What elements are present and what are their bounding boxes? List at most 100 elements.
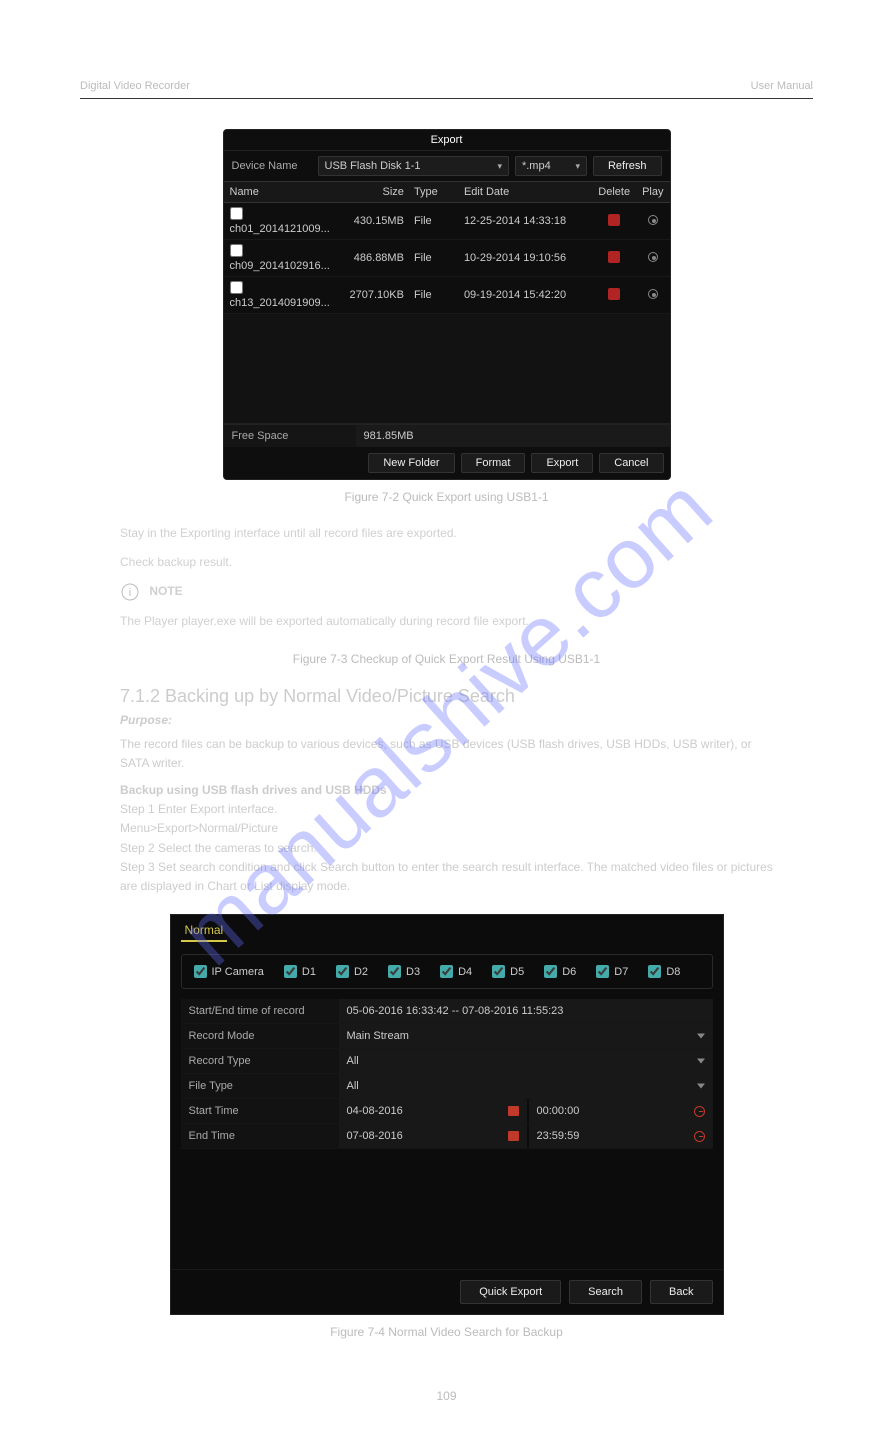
cam-d5[interactable]: D5 <box>492 965 524 978</box>
cam-d4[interactable]: D4 <box>440 965 472 978</box>
figure-caption-1: Figure 7-2 Quick Export using USB1-1 <box>80 490 813 504</box>
step-3: Step 3 Set search condition and click Se… <box>120 858 773 896</box>
trash-icon[interactable] <box>608 288 620 300</box>
checkbox[interactable] <box>388 965 401 978</box>
purpose-label: Purpose: <box>120 713 172 727</box>
normal-body-spacer <box>171 1149 723 1269</box>
col-name: Name <box>224 182 344 203</box>
table-row[interactable]: ch01_2014121009... 430.15MB File 12-25-2… <box>224 203 670 240</box>
checkbox[interactable] <box>648 965 661 978</box>
cam-d1[interactable]: D1 <box>284 965 316 978</box>
extension-select-value: *.mp4 <box>522 160 551 172</box>
ip-camera-checkbox[interactable]: IP Camera <box>194 965 264 978</box>
file-size: 430.15MB <box>344 203 408 240</box>
extension-select[interactable]: *.mp4 ▾ <box>515 156 587 176</box>
file-type: File <box>408 240 458 277</box>
figure-caption-2: Figure 7-3 Checkup of Quick Export Resul… <box>80 652 813 666</box>
start-end-value: 05-06-2016 16:33:42 -- 07-08-2016 11:55:… <box>339 999 713 1023</box>
text-line-2: Check backup result. <box>120 553 773 572</box>
calendar-icon[interactable] <box>508 1106 519 1116</box>
clock-icon[interactable] <box>694 1106 705 1117</box>
checkbox[interactable] <box>194 965 207 978</box>
file-name: ch01_2014121009... <box>230 223 330 235</box>
file-edit: 12-25-2014 14:33:18 <box>458 203 592 240</box>
file-size: 2707.10KB <box>344 277 408 314</box>
record-mode-select[interactable]: Main Stream <box>339 1024 713 1048</box>
cam-d6[interactable]: D6 <box>544 965 576 978</box>
note-title: NOTE <box>149 585 182 599</box>
table-row[interactable]: ch09_2014102916... 486.88MB File 10-29-2… <box>224 240 670 277</box>
chevron-down-icon: ▾ <box>575 161 580 172</box>
checkbox[interactable] <box>492 965 505 978</box>
quick-export-button[interactable]: Quick Export <box>460 1280 561 1304</box>
start-date-input[interactable]: 04-08-2016 <box>339 1099 527 1123</box>
section-heading: 7.1.2 Backing up by Normal Video/Picture… <box>120 686 773 707</box>
trash-icon[interactable] <box>608 251 620 263</box>
checkbox[interactable] <box>440 965 453 978</box>
file-type-label: File Type <box>181 1074 339 1098</box>
clock-icon[interactable] <box>694 1131 705 1142</box>
export-window: Export Device Name USB Flash Disk 1-1 ▾ … <box>223 129 671 480</box>
col-type: Type <box>408 182 458 203</box>
file-list-empty-area <box>224 314 670 424</box>
checkbox[interactable] <box>596 965 609 978</box>
play-icon[interactable] <box>648 252 658 262</box>
ip-camera-label: IP Camera <box>212 966 264 978</box>
cam-d2[interactable]: D2 <box>336 965 368 978</box>
play-icon[interactable] <box>648 215 658 225</box>
file-name: ch09_2014102916... <box>230 260 330 272</box>
row-checkbox[interactable] <box>230 244 243 257</box>
checkbox[interactable] <box>544 965 557 978</box>
checkbox[interactable] <box>336 965 349 978</box>
back-button[interactable]: Back <box>650 1280 712 1304</box>
row-checkbox[interactable] <box>230 281 243 294</box>
purpose-text: The record files can be backup to variou… <box>120 735 773 773</box>
new-folder-button[interactable]: New Folder <box>368 453 454 473</box>
end-time-label: End Time <box>181 1124 339 1148</box>
cam-d3[interactable]: D3 <box>388 965 420 978</box>
step-1b: Menu>Export>Normal/Picture <box>120 819 773 838</box>
text-line-1: Stay in the Exporting interface until al… <box>120 524 773 543</box>
free-space-label: Free Space <box>224 425 356 447</box>
device-select-value: USB Flash Disk 1-1 <box>325 160 421 172</box>
cam-d8[interactable]: D8 <box>648 965 680 978</box>
checkbox[interactable] <box>284 965 297 978</box>
end-date-input[interactable]: 07-08-2016 <box>339 1124 527 1148</box>
col-delete: Delete <box>592 182 636 203</box>
device-select[interactable]: USB Flash Disk 1-1 ▾ <box>318 156 509 176</box>
col-edit: Edit Date <box>458 182 592 203</box>
format-button[interactable]: Format <box>461 453 526 473</box>
record-mode-label: Record Mode <box>181 1024 339 1048</box>
search-button[interactable]: Search <box>569 1280 642 1304</box>
chevron-down-icon: ▾ <box>497 161 502 172</box>
free-space-value: 981.85MB <box>356 425 670 447</box>
calendar-icon[interactable] <box>508 1131 519 1141</box>
table-row[interactable]: ch13_2014091909... 2707.10KB File 09-19-… <box>224 277 670 314</box>
doc-header-manual: User Manual <box>751 80 813 92</box>
row-checkbox[interactable] <box>230 207 243 220</box>
backup-heading: Backup using USB flash drives and USB HD… <box>120 781 773 800</box>
refresh-button[interactable]: Refresh <box>593 156 662 176</box>
trash-icon[interactable] <box>608 214 620 226</box>
cancel-button[interactable]: Cancel <box>599 453 663 473</box>
file-type-select[interactable]: All <box>339 1074 713 1098</box>
end-time-input[interactable]: 23:59:59 <box>529 1124 713 1148</box>
col-play: Play <box>636 182 669 203</box>
file-type: File <box>408 277 458 314</box>
export-button[interactable]: Export <box>531 453 593 473</box>
doc-header-model: Digital Video Recorder <box>80 80 190 92</box>
col-size: Size <box>344 182 408 203</box>
start-time-input[interactable]: 00:00:00 <box>529 1099 713 1123</box>
note-body: The Player player.exe will be exported a… <box>120 612 773 631</box>
header-divider <box>80 98 813 99</box>
record-type-label: Record Type <box>181 1049 339 1073</box>
note-icon: i <box>120 582 140 602</box>
cam-d7[interactable]: D7 <box>596 965 628 978</box>
file-edit: 10-29-2014 19:10:56 <box>458 240 592 277</box>
record-type-select[interactable]: All <box>339 1049 713 1073</box>
start-time-label: Start Time <box>181 1099 339 1123</box>
tab-normal[interactable]: Normal <box>181 921 228 942</box>
file-edit: 09-19-2014 15:42:20 <box>458 277 592 314</box>
figure-caption-3: Figure 7-4 Normal Video Search for Backu… <box>80 1325 813 1339</box>
play-icon[interactable] <box>648 289 658 299</box>
